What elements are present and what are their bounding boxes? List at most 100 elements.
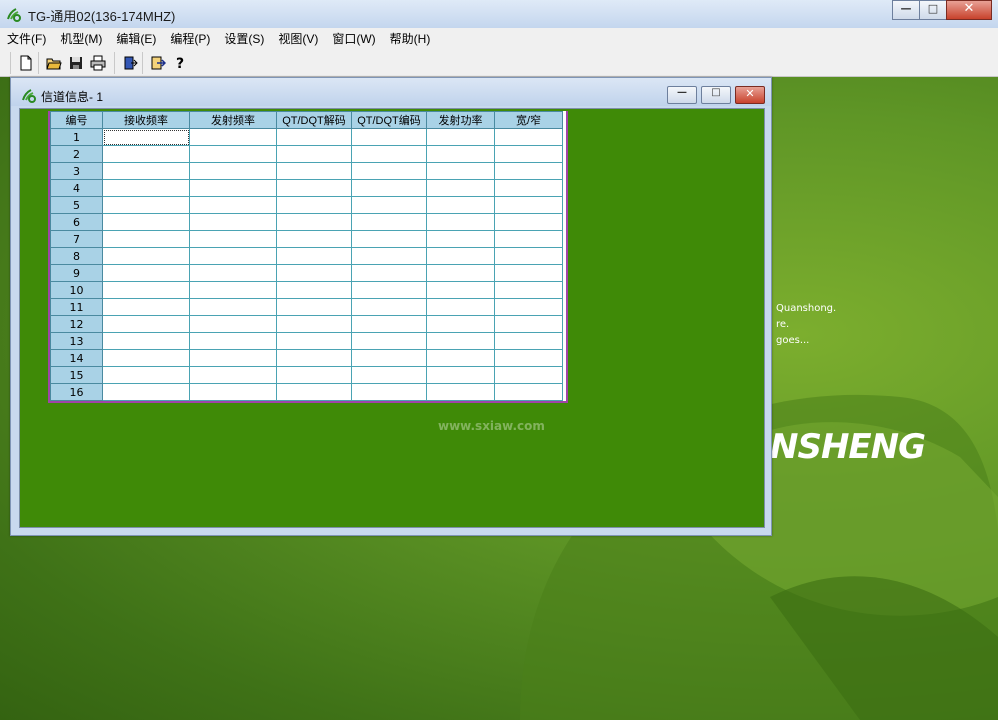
channel-cell[interactable] bbox=[102, 264, 190, 282]
channel-cell[interactable] bbox=[276, 349, 352, 367]
channel-number-cell[interactable]: 3 bbox=[50, 162, 103, 180]
channel-cell[interactable] bbox=[426, 349, 495, 367]
column-header[interactable]: 发射频率 bbox=[189, 111, 277, 129]
channel-cell[interactable] bbox=[102, 213, 190, 231]
channel-cell[interactable] bbox=[102, 128, 190, 146]
channel-cell[interactable] bbox=[102, 179, 190, 197]
channel-cell[interactable] bbox=[494, 179, 563, 197]
channel-cell[interactable] bbox=[276, 298, 352, 316]
channel-number-cell[interactable]: 5 bbox=[50, 196, 103, 214]
channel-cell[interactable] bbox=[426, 162, 495, 180]
channel-cell[interactable] bbox=[189, 128, 277, 146]
new-button[interactable] bbox=[15, 52, 37, 74]
close-button[interactable]: ✕ bbox=[946, 0, 992, 20]
channel-cell[interactable] bbox=[426, 213, 495, 231]
channel-cell[interactable] bbox=[351, 281, 427, 299]
menu-edit[interactable]: 编辑(E) bbox=[109, 28, 163, 50]
write-radio-button[interactable] bbox=[147, 52, 169, 74]
channel-cell[interactable] bbox=[494, 264, 563, 282]
channel-cell[interactable] bbox=[494, 366, 563, 384]
channel-cell[interactable] bbox=[494, 315, 563, 333]
channel-cell[interactable] bbox=[494, 213, 563, 231]
channel-cell[interactable] bbox=[494, 247, 563, 265]
channel-cell[interactable] bbox=[102, 315, 190, 333]
channel-cell[interactable] bbox=[426, 383, 495, 401]
channel-cell[interactable] bbox=[426, 145, 495, 163]
channel-cell[interactable] bbox=[189, 264, 277, 282]
channel-cell[interactable] bbox=[351, 247, 427, 265]
channel-number-cell[interactable]: 1 bbox=[50, 128, 103, 146]
channel-cell[interactable] bbox=[189, 332, 277, 350]
channel-cell[interactable] bbox=[189, 383, 277, 401]
menu-file[interactable]: 文件(F) bbox=[0, 28, 53, 50]
channel-cell[interactable] bbox=[426, 128, 495, 146]
channel-cell[interactable] bbox=[189, 349, 277, 367]
channel-cell[interactable] bbox=[426, 315, 495, 333]
channel-cell[interactable] bbox=[189, 196, 277, 214]
channel-cell[interactable] bbox=[426, 247, 495, 265]
channel-cell[interactable] bbox=[276, 213, 352, 231]
channel-number-cell[interactable]: 7 bbox=[50, 230, 103, 248]
channel-cell[interactable] bbox=[276, 315, 352, 333]
channel-cell[interactable] bbox=[276, 196, 352, 214]
channel-number-cell[interactable]: 4 bbox=[50, 179, 103, 197]
channel-cell[interactable] bbox=[351, 332, 427, 350]
menu-window[interactable]: 窗口(W) bbox=[325, 28, 382, 50]
channel-number-cell[interactable]: 9 bbox=[50, 264, 103, 282]
channel-cell[interactable] bbox=[351, 179, 427, 197]
channel-cell[interactable] bbox=[189, 213, 277, 231]
channel-cell[interactable] bbox=[276, 366, 352, 384]
channel-cell[interactable] bbox=[102, 281, 190, 299]
channel-cell[interactable] bbox=[351, 145, 427, 163]
channel-cell[interactable] bbox=[189, 230, 277, 248]
channel-cell[interactable] bbox=[189, 247, 277, 265]
channel-cell[interactable] bbox=[426, 298, 495, 316]
channel-cell[interactable] bbox=[351, 196, 427, 214]
column-header[interactable]: QT/DQT解码 bbox=[276, 111, 352, 129]
channel-cell[interactable] bbox=[276, 162, 352, 180]
channel-cell[interactable] bbox=[426, 179, 495, 197]
channel-cell[interactable] bbox=[189, 298, 277, 316]
channel-cell[interactable] bbox=[276, 383, 352, 401]
column-header[interactable]: 接收频率 bbox=[102, 111, 190, 129]
channel-cell[interactable] bbox=[494, 332, 563, 350]
menu-view[interactable]: 视图(V) bbox=[271, 28, 325, 50]
menu-model[interactable]: 机型(M) bbox=[53, 28, 109, 50]
channel-cell[interactable] bbox=[426, 281, 495, 299]
channel-number-cell[interactable]: 14 bbox=[50, 349, 103, 367]
maximize-button[interactable]: □ bbox=[919, 0, 947, 20]
column-header[interactable]: 发射功率 bbox=[426, 111, 495, 129]
channel-cell[interactable] bbox=[426, 366, 495, 384]
channel-cell[interactable] bbox=[102, 298, 190, 316]
channel-number-cell[interactable]: 16 bbox=[50, 383, 103, 401]
channel-cell[interactable] bbox=[351, 128, 427, 146]
open-button[interactable] bbox=[43, 52, 65, 74]
channel-cell[interactable] bbox=[351, 349, 427, 367]
channel-cell[interactable] bbox=[276, 128, 352, 146]
channel-cell[interactable] bbox=[189, 281, 277, 299]
channel-cell[interactable] bbox=[102, 162, 190, 180]
channel-cell[interactable] bbox=[494, 298, 563, 316]
channel-cell[interactable] bbox=[189, 315, 277, 333]
channel-number-cell[interactable]: 12 bbox=[50, 315, 103, 333]
channel-cell[interactable] bbox=[189, 179, 277, 197]
channel-cell[interactable] bbox=[351, 264, 427, 282]
channel-maximize-button[interactable]: □ bbox=[701, 86, 731, 104]
channel-cell[interactable] bbox=[351, 230, 427, 248]
channel-number-cell[interactable]: 6 bbox=[50, 213, 103, 231]
channel-cell[interactable] bbox=[494, 128, 563, 146]
channel-cell[interactable] bbox=[276, 264, 352, 282]
channel-cell[interactable] bbox=[494, 145, 563, 163]
channel-cell[interactable] bbox=[189, 366, 277, 384]
channel-close-button[interactable]: ✕ bbox=[735, 86, 765, 104]
channel-number-cell[interactable]: 10 bbox=[50, 281, 103, 299]
channel-cell[interactable] bbox=[351, 162, 427, 180]
channel-cell[interactable] bbox=[102, 145, 190, 163]
channel-cell[interactable] bbox=[276, 179, 352, 197]
channel-cell[interactable] bbox=[102, 383, 190, 401]
channel-cell[interactable] bbox=[426, 196, 495, 214]
menu-program[interactable]: 编程(P) bbox=[163, 28, 217, 50]
channel-cell[interactable] bbox=[351, 366, 427, 384]
channel-cell[interactable] bbox=[102, 247, 190, 265]
channel-cell[interactable] bbox=[189, 162, 277, 180]
